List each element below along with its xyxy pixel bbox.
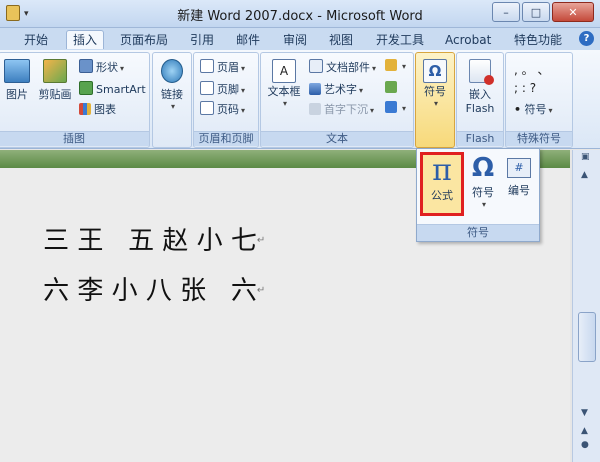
smartart-icon (79, 81, 93, 95)
smartart-button[interactable]: SmartArt (79, 81, 146, 96)
tab-review[interactable]: 审阅 (283, 31, 307, 49)
group-text: A 文本框 ▾ 文档部件 ▾ 艺术字 ▾ 首字下沉 ▾ ▾ ▾ 文本 (260, 52, 414, 148)
page-number-icon (200, 101, 214, 115)
textbox-button[interactable]: A 文本框 ▾ (264, 59, 304, 108)
pi-icon: π (432, 153, 452, 188)
equation-button[interactable]: π 公式 (420, 152, 464, 216)
popup-group-label: 符号 (417, 224, 539, 241)
tab-mailings[interactable]: 邮件 (236, 31, 260, 49)
chart-icon (79, 103, 91, 115)
tab-references[interactable]: 引用 (190, 31, 214, 49)
tab-acrobat[interactable]: Acrobat (445, 31, 491, 49)
symbols-dropdown-button[interactable]: Ω 符号 ▾ (418, 59, 452, 108)
ribbon-tabs: 开始 插入 页面布局 引用 邮件 审阅 视图 开发工具 Acrobat 特色功能… (0, 28, 600, 50)
symbol-button[interactable]: Ω 符号 ▾ (463, 152, 503, 214)
special-symbols-row2[interactable]: ; : ? (514, 81, 536, 95)
vertical-scrollbar[interactable]: ▣ ▲ ▼ ▲ ● (572, 150, 600, 462)
tab-developer[interactable]: 开发工具 (376, 31, 424, 49)
omega-icon: Ω (423, 59, 447, 83)
ribbon: 图片 剪贴画 形状 ▾ SmartArt 图表 插图 链接 ▾ 页眉 ▾ 页脚 ▾ (0, 50, 600, 149)
group-label-text: 文本 (261, 131, 413, 146)
insert-flash-button[interactable]: 嵌入 Flash (460, 59, 500, 115)
chart-button[interactable]: 图表 (79, 101, 116, 117)
dropcap-button[interactable]: 首字下沉 ▾ (309, 101, 374, 117)
signature-line-button[interactable]: ▾ (385, 59, 406, 72)
links-button[interactable]: 链接 ▾ (157, 59, 187, 111)
group-header-footer: 页眉 ▾ 页脚 ▾ 页码 ▾ 页眉和页脚 (193, 52, 259, 148)
group-symbols: Ω 符号 ▾ (415, 52, 455, 148)
tab-page-layout[interactable]: 页面布局 (120, 31, 168, 49)
title-bar: ▾ 新建 Word 2007.docx - Microsoft Word – □… (0, 0, 600, 28)
document-line-2[interactable]: 六 李 小 八 张 六↵ (10, 240, 265, 337)
footer-icon (200, 81, 214, 95)
textbox-icon: A (272, 59, 296, 83)
footer-button[interactable]: 页脚 ▾ (200, 81, 245, 97)
flash-icon (469, 59, 494, 85)
picture-button[interactable]: 图片 (3, 59, 31, 102)
group-label-header-footer: 页眉和页脚 (194, 131, 258, 146)
close-button[interactable]: ✕ (552, 2, 594, 22)
wordart-icon (309, 83, 321, 95)
dropcap-icon (309, 103, 321, 115)
tab-special[interactable]: 特色功能 (514, 31, 562, 49)
picture-icon (4, 59, 30, 83)
group-flash: 嵌入 Flash Flash (456, 52, 504, 148)
quick-parts-button[interactable]: 文档部件 ▾ (309, 59, 376, 75)
hash-number-icon: # (507, 158, 531, 178)
group-label-illustrations: 插图 (0, 131, 149, 146)
group-label-flash: Flash (457, 131, 503, 146)
scroll-up-arrow-icon[interactable]: ▲ (581, 170, 588, 180)
scroll-down-arrow-icon[interactable]: ▼ (581, 408, 588, 418)
help-icon[interactable]: ? (579, 31, 594, 46)
group-label-special-symbols: 特殊符号 (506, 131, 572, 146)
special-symbols-row1[interactable]: , 。 、 (514, 61, 549, 78)
wordart-button[interactable]: 艺术字 ▾ (309, 81, 363, 97)
object-icon (385, 101, 397, 113)
header-button[interactable]: 页眉 ▾ (200, 59, 245, 75)
minimize-button[interactable]: – (492, 2, 520, 22)
browse-object-icon[interactable]: ● (581, 440, 589, 450)
ruler-toggle-icon[interactable]: ▣ (581, 152, 590, 162)
group-special-symbols: , 。 、 ; : ? • 符号 ▾ 特殊符号 (505, 52, 573, 148)
clipart-icon (43, 59, 67, 83)
symbols-dropdown: π 公式 Ω 符号 ▾ # 编号 符号 (416, 148, 540, 242)
tab-home[interactable]: 开始 (24, 31, 48, 49)
quick-parts-icon (309, 59, 323, 73)
previous-page-icon[interactable]: ▲ (581, 426, 588, 436)
tab-view[interactable]: 视图 (329, 31, 353, 49)
object-button[interactable]: ▾ (385, 101, 406, 114)
page-number-button[interactable]: 页码 ▾ (200, 101, 245, 117)
clipart-button[interactable]: 剪贴画 (37, 59, 73, 102)
omega-icon: Ω (471, 153, 495, 183)
tab-insert[interactable]: 插入 (66, 30, 105, 49)
group-links: 链接 ▾ (152, 52, 192, 148)
number-button[interactable]: # 编号 (499, 152, 539, 214)
datetime-button[interactable] (385, 81, 400, 94)
globe-link-icon (161, 59, 183, 83)
group-illustrations: 图片 剪贴画 形状 ▾ SmartArt 图表 插图 (0, 52, 150, 148)
calendar-icon (385, 81, 397, 93)
signature-icon (385, 59, 397, 71)
shapes-button[interactable]: 形状 ▾ (79, 59, 124, 75)
maximize-button[interactable]: □ (522, 2, 550, 22)
header-icon (200, 59, 214, 73)
scrollbar-thumb[interactable] (578, 312, 596, 362)
special-symbol-button[interactable]: • 符号 ▾ (514, 101, 553, 117)
shapes-icon (79, 59, 93, 73)
